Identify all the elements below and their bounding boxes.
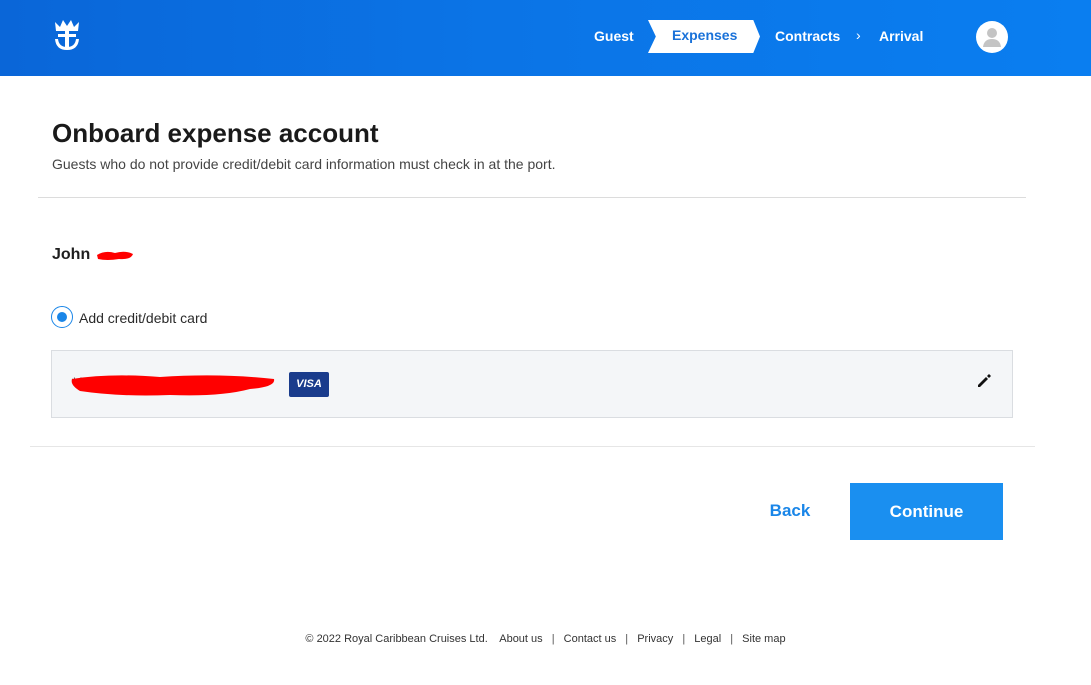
step-expenses-active[interactable]: Expenses xyxy=(648,20,760,53)
footer: © 2022 Royal Caribbean Cruises Ltd. Abou… xyxy=(0,633,1091,645)
crown-anchor-logo-icon[interactable] xyxy=(52,18,82,52)
footer-link-sitemap[interactable]: Site map xyxy=(742,633,785,645)
top-header: Guest Expenses Contracts › Arrival xyxy=(0,0,1091,76)
pencil-icon[interactable] xyxy=(976,373,992,389)
add-card-radio-label[interactable]: Add credit/debit card xyxy=(79,310,207,326)
step-expenses-label: Expenses xyxy=(672,27,738,43)
user-avatar-icon[interactable] xyxy=(976,21,1008,53)
guest-name: John xyxy=(52,246,91,263)
back-button[interactable]: Back xyxy=(760,498,820,524)
divider xyxy=(30,446,1035,447)
redaction-mark xyxy=(97,251,133,260)
add-card-radio[interactable] xyxy=(51,306,73,328)
saved-card-panel: *13 VISA xyxy=(51,350,1013,418)
visa-card-logo: VISA xyxy=(289,372,329,397)
copyright-text: © 2022 Royal Caribbean Cruises Ltd. xyxy=(305,633,488,645)
step-contracts[interactable]: Contracts xyxy=(775,27,840,45)
divider xyxy=(38,197,1026,198)
continue-button[interactable]: Continue xyxy=(850,483,1003,540)
person-silhouette-icon xyxy=(983,28,1001,47)
redaction-mark xyxy=(71,375,275,396)
footer-link-contact[interactable]: Contact us xyxy=(564,633,617,645)
footer-link-legal[interactable]: Legal xyxy=(694,633,721,645)
footer-link-privacy[interactable]: Privacy xyxy=(637,633,673,645)
page-subtitle: Guests who do not provide credit/debit c… xyxy=(52,156,556,172)
footer-separator: | xyxy=(730,633,734,645)
page-title: Onboard expense account xyxy=(52,118,379,148)
footer-separator: | xyxy=(551,633,555,645)
step-arrival[interactable]: Arrival xyxy=(879,27,923,45)
footer-link-about[interactable]: About us xyxy=(499,633,542,645)
footer-separator: | xyxy=(625,633,629,645)
chevron-right-icon: › xyxy=(856,27,861,43)
footer-separator: | xyxy=(682,633,686,645)
step-guest[interactable]: Guest xyxy=(594,27,634,45)
